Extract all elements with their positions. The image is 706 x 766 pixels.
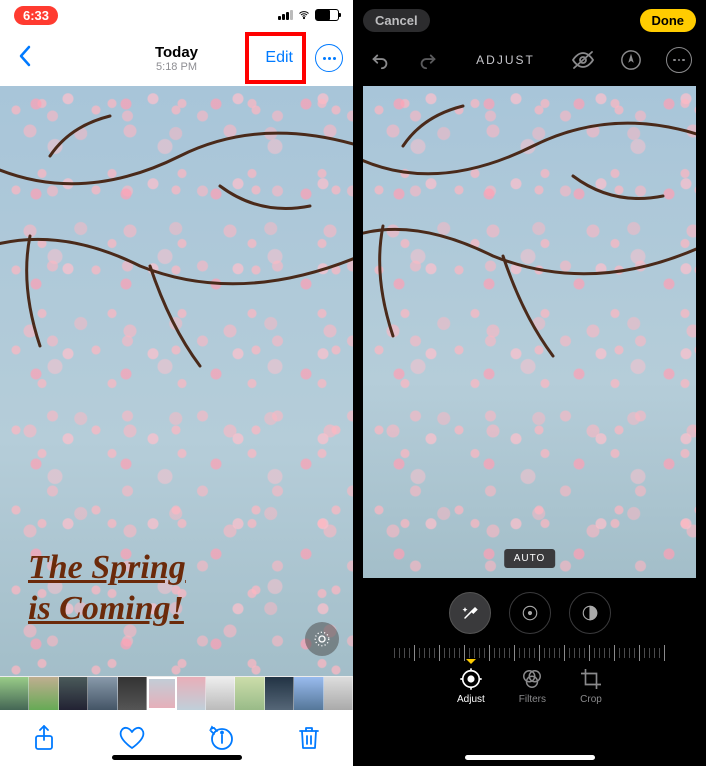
recording-time-pill: 6:33 xyxy=(14,6,58,25)
favorite-button[interactable] xyxy=(117,723,147,753)
edit-mode-title: ADJUST xyxy=(476,53,535,67)
undo-button[interactable] xyxy=(367,47,393,73)
back-button[interactable] xyxy=(10,39,40,78)
watermark-line1: The Spring xyxy=(28,549,186,586)
home-indicator[interactable] xyxy=(112,755,242,760)
crop-icon xyxy=(580,668,602,690)
more-edit-options-button[interactable] xyxy=(666,47,692,73)
cancel-button[interactable]: Cancel xyxy=(363,9,430,32)
thumbnail[interactable] xyxy=(324,677,353,710)
thumbnail[interactable] xyxy=(177,677,206,710)
filters-icon xyxy=(521,668,543,690)
tab-crop[interactable]: Crop xyxy=(580,668,602,705)
thumbnail[interactable] xyxy=(235,677,264,710)
adjustment-slider[interactable] xyxy=(371,640,688,666)
auto-enhance-chip[interactable]: AUTO xyxy=(504,549,556,568)
info-button[interactable] xyxy=(206,723,236,753)
hide-original-button[interactable] xyxy=(570,47,596,73)
photo-edit-screen: Cancel Done ADJUST xyxy=(353,0,706,766)
thumbnail[interactable] xyxy=(118,677,147,710)
brilliance-dial[interactable] xyxy=(569,592,611,634)
adjustment-dials xyxy=(353,592,706,634)
exposure-dial[interactable] xyxy=(509,592,551,634)
thumbnail-selected[interactable] xyxy=(147,677,176,710)
battery-icon xyxy=(315,9,339,21)
tab-label: Filters xyxy=(519,694,546,705)
wifi-icon xyxy=(297,9,311,21)
thumbnail[interactable] xyxy=(0,677,29,710)
photos-viewer-screen: 6:33 Today 5:18 PM Edit xyxy=(0,0,353,766)
tab-filters[interactable]: Filters xyxy=(519,668,546,705)
nav-title: Today 5:18 PM xyxy=(155,44,198,73)
edit-photo-viewport[interactable]: AUTO xyxy=(363,86,696,578)
done-button[interactable]: Done xyxy=(640,9,697,32)
markup-button[interactable] xyxy=(618,47,644,73)
tab-label: Crop xyxy=(580,694,602,705)
more-options-button[interactable] xyxy=(315,44,343,72)
live-photo-badge[interactable] xyxy=(305,622,339,656)
thumbnail[interactable] xyxy=(265,677,294,710)
edit-toolbar: ADJUST xyxy=(353,40,706,80)
adjust-icon xyxy=(460,668,482,690)
thumbnail[interactable] xyxy=(294,677,323,710)
auto-enhance-dial[interactable] xyxy=(449,592,491,634)
thumbnail[interactable] xyxy=(29,677,58,710)
tab-label: Adjust xyxy=(457,694,485,705)
thumbnail-strip[interactable] xyxy=(0,676,353,710)
share-button[interactable] xyxy=(29,723,59,753)
status-bar: 6:33 xyxy=(0,0,353,30)
edit-mode-tabs: Adjust Filters Crop xyxy=(353,668,706,733)
photo-illustration xyxy=(363,86,696,578)
nav-subtitle-text: 5:18 PM xyxy=(155,61,198,73)
nav-bar: Today 5:18 PM Edit xyxy=(0,30,353,86)
edit-button[interactable]: Edit xyxy=(253,41,305,75)
home-indicator[interactable] xyxy=(465,755,595,760)
tab-adjust[interactable]: Adjust xyxy=(457,668,485,705)
delete-button[interactable] xyxy=(294,723,324,753)
thumbnail[interactable] xyxy=(59,677,88,710)
thumbnail[interactable] xyxy=(88,677,117,710)
redo-button[interactable] xyxy=(415,47,441,73)
nav-title-text: Today xyxy=(155,44,198,61)
edit-nav-bar: Cancel Done xyxy=(353,0,706,40)
status-indicators xyxy=(278,9,339,21)
watermark-text: The Spring is Coming! xyxy=(28,548,186,630)
watermark-line2: is Coming! xyxy=(28,590,184,627)
thumbnail[interactable] xyxy=(206,677,235,710)
cellular-signal-icon xyxy=(278,10,293,20)
photo-viewport[interactable]: The Spring is Coming! xyxy=(0,86,353,676)
